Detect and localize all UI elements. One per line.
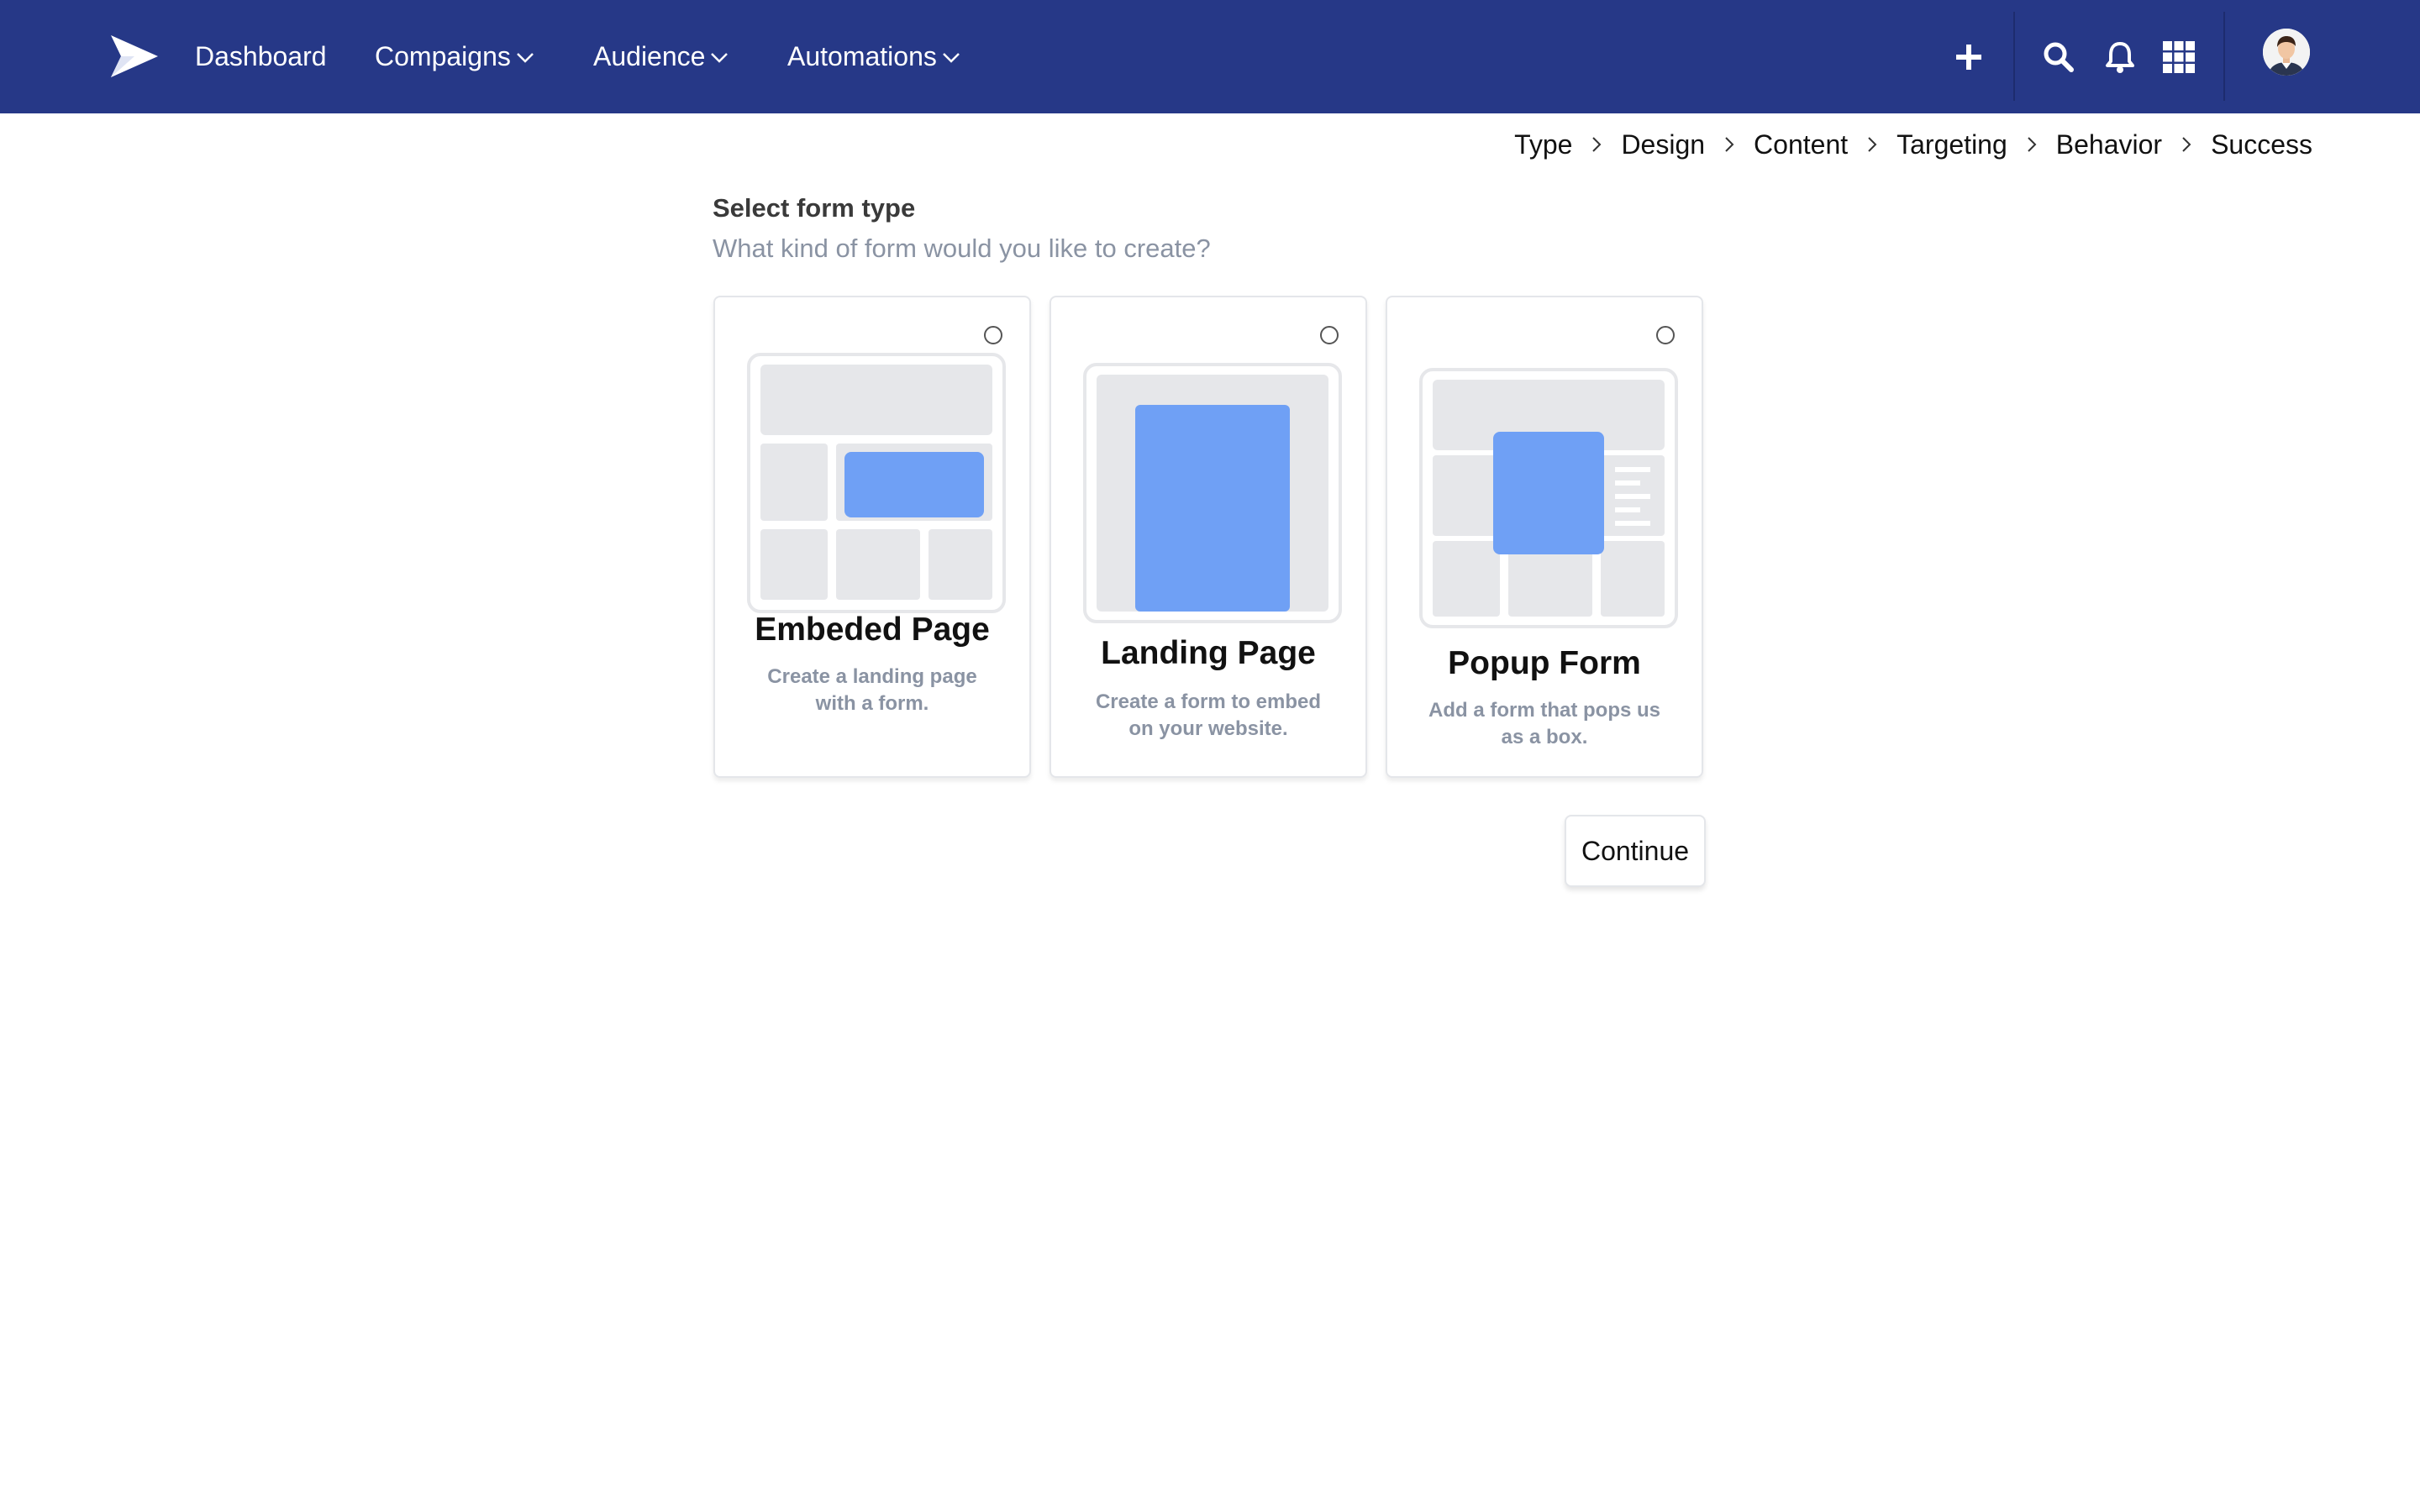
step-behavior[interactable]: Behavior [2056, 129, 2162, 160]
page-title: Select form type [713, 193, 916, 223]
form-steps-breadcrumb: Type Design Content Targeting Behavior S… [1514, 126, 2312, 163]
chevron-right-icon [1868, 137, 1877, 152]
step-content[interactable]: Content [1754, 129, 1848, 160]
step-design[interactable]: Design [1621, 129, 1705, 160]
nav-audience-label: Audience [593, 41, 706, 71]
card-title: Embeded Page [755, 612, 990, 648]
create-button[interactable] [1945, 34, 1992, 81]
user-avatar-icon [2263, 29, 2310, 76]
avatar[interactable] [2263, 29, 2310, 76]
chevron-down-icon [711, 52, 729, 63]
chevron-right-icon [2028, 137, 2037, 152]
chevron-right-icon [2182, 137, 2191, 152]
apps-grid-icon [2163, 41, 2195, 73]
card-title: Popup Form [1448, 645, 1641, 681]
plus-icon [1956, 45, 1981, 70]
nav-compaigns[interactable]: Compaigns [375, 0, 536, 113]
top-navbar: Dashboard Compaigns Audience Automations [0, 0, 2420, 113]
page-subtitle: What kind of form would you like to crea… [713, 234, 1211, 263]
nav-compaigns-label: Compaigns [375, 41, 511, 71]
form-type-card-embeded-page[interactable]: Embeded Page Create a landing page with … [713, 296, 1031, 778]
card-radio[interactable] [1320, 326, 1339, 344]
nav-dashboard-label: Dashboard [195, 41, 327, 71]
nav-divider [2223, 12, 2225, 101]
apps-button[interactable] [2155, 34, 2202, 81]
step-success[interactable]: Success [2211, 129, 2312, 160]
chevron-right-icon [1725, 137, 1734, 152]
landing-page-illustration-icon [1083, 363, 1342, 623]
step-targeting[interactable]: Targeting [1897, 129, 2007, 160]
form-type-card-landing-page[interactable]: Landing Page Create a form to embed on y… [1050, 296, 1367, 778]
embeded-page-illustration-icon [747, 353, 1006, 613]
nav-audience[interactable]: Audience [593, 0, 730, 113]
card-description: Create a landing page with a form. [767, 665, 977, 715]
chevron-right-icon [1592, 137, 1602, 152]
paper-plane-logo-icon[interactable] [109, 34, 160, 79]
form-type-card-popup-form[interactable]: Popup Form Add a form that pops us as a … [1386, 296, 1703, 778]
nav-dashboard[interactable]: Dashboard [195, 0, 327, 113]
continue-button[interactable]: Continue [1565, 815, 1706, 887]
step-type[interactable]: Type [1514, 129, 1572, 160]
search-button[interactable] [2035, 34, 2082, 81]
card-radio[interactable] [1656, 326, 1675, 344]
chevron-down-icon [942, 52, 960, 63]
card-description: Create a form to embed on your website. [1095, 690, 1322, 740]
nav-automations[interactable]: Automations [787, 0, 962, 113]
bell-icon [2106, 42, 2134, 73]
popup-form-illustration-icon [1419, 368, 1678, 628]
card-title: Landing Page [1101, 635, 1316, 671]
chevron-down-icon [516, 52, 534, 63]
card-description: Add a form that pops us as a box. [1428, 699, 1660, 748]
card-radio[interactable] [984, 326, 1002, 344]
nav-divider [2013, 12, 2015, 101]
nav-automations-label: Automations [787, 41, 937, 71]
search-icon [2044, 42, 2074, 72]
notifications-button[interactable] [2096, 34, 2144, 81]
